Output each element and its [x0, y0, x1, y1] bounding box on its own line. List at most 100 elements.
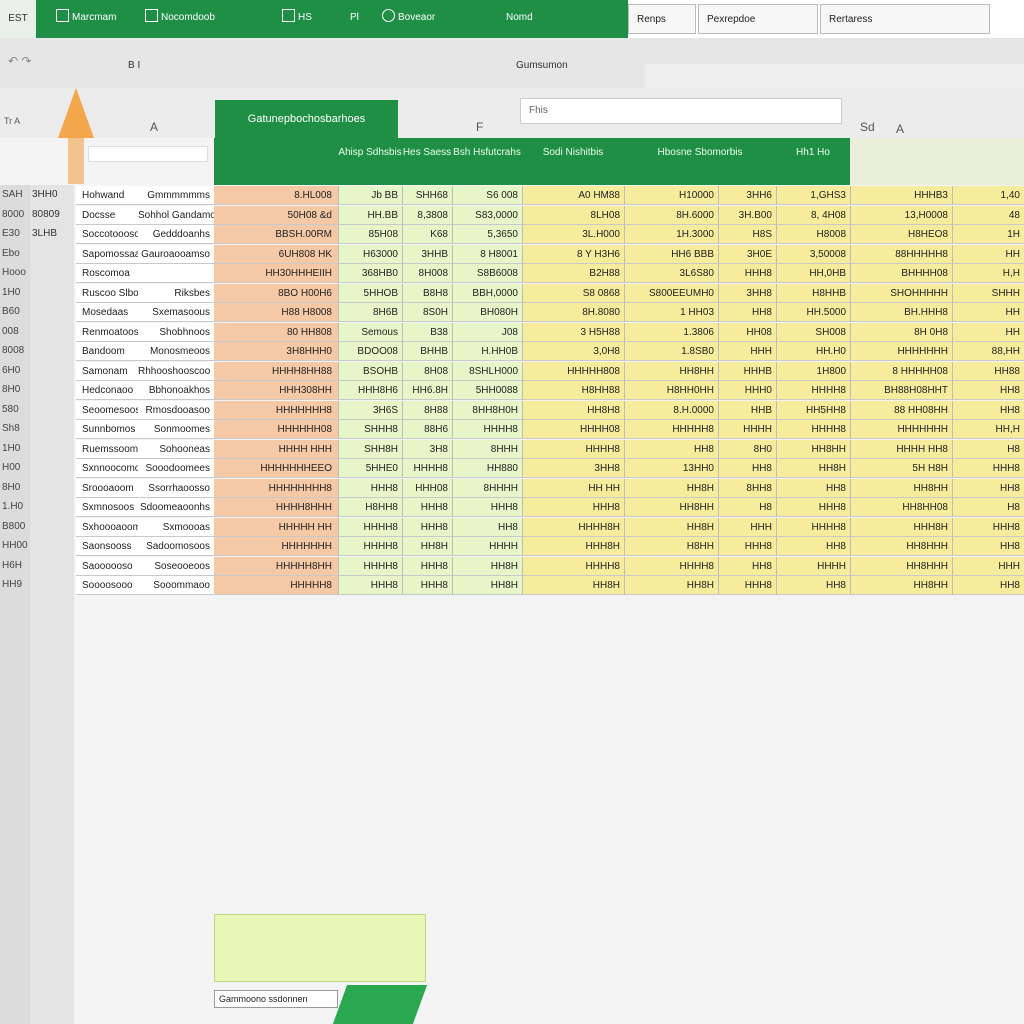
- table-cell[interactable]: Sunnbomos: [76, 420, 138, 439]
- table-cell[interactable]: HH8H: [522, 576, 624, 595]
- ribbon-button-6[interactable]: Nomd: [506, 9, 533, 27]
- table-cell[interactable]: Gauroaooamso: [138, 244, 214, 264]
- table-cell[interactable]: HHHH8: [338, 537, 402, 556]
- table-cell[interactable]: Soseooeoos: [138, 556, 214, 576]
- table-cell[interactable]: Hohwand: [76, 186, 138, 205]
- table-cell[interactable]: 8.HL008: [214, 186, 338, 205]
- column-header-sd[interactable]: Sd: [860, 120, 875, 134]
- table-cell[interactable]: HHH8: [952, 517, 1024, 537]
- name-box[interactable]: Tr A: [4, 116, 20, 126]
- table-cell[interactable]: H8HH0HH: [624, 381, 718, 400]
- table-cell[interactable]: 3L.H000: [522, 225, 624, 244]
- header-1[interactable]: Ahisp Sdhsbis: [338, 138, 402, 185]
- table-cell[interactable]: HHHH8: [338, 517, 402, 537]
- table-cell[interactable]: HH8: [624, 439, 718, 459]
- table-cell[interactable]: BBSH.00RM: [214, 225, 338, 244]
- table-cell[interactable]: HH8H: [402, 537, 452, 556]
- row-header[interactable]: 580: [0, 404, 30, 415]
- row-header[interactable]: E30: [0, 228, 30, 239]
- table-cell[interactable]: H8HH: [624, 537, 718, 556]
- table-cell[interactable]: HHHH8HH88: [214, 361, 338, 381]
- row-header[interactable]: H6H: [0, 560, 30, 571]
- table-cell[interactable]: Ruscoo Slbon: [76, 283, 138, 303]
- table-cell[interactable]: HH,H: [952, 420, 1024, 439]
- table-cell[interactable]: Sonmoomes: [138, 420, 214, 439]
- table-cell[interactable]: HHH8: [718, 264, 776, 283]
- table-cell[interactable]: HHHB: [718, 361, 776, 381]
- table-cell[interactable]: Saonsooss: [76, 537, 138, 556]
- table-cell[interactable]: HHHHHHHH8: [214, 478, 338, 498]
- bottom-label-cell[interactable]: Gammoono ssdonnen: [214, 990, 338, 1008]
- table-cell[interactable]: 85H08: [338, 225, 402, 244]
- table-cell[interactable]: Semous: [338, 322, 402, 342]
- table-cell[interactable]: SHHH8: [338, 420, 402, 439]
- table-cell[interactable]: 1 HH03: [624, 303, 718, 322]
- table-cell[interactable]: HHHHH8: [624, 420, 718, 439]
- table-cell[interactable]: Hedconaoo: [76, 381, 138, 400]
- table-cell[interactable]: HH8H: [776, 459, 850, 478]
- row-header[interactable]: 8H0: [0, 482, 30, 493]
- table-cell[interactable]: Samonam: [76, 361, 138, 381]
- table-cell[interactable]: SHOHHHHH: [850, 283, 952, 303]
- table-cell[interactable]: HHHH8: [776, 517, 850, 537]
- bold-italic-button[interactable]: B I: [128, 60, 140, 71]
- table-cell[interactable]: B38: [402, 322, 452, 342]
- table-cell[interactable]: HHHHHHHEEO: [214, 459, 338, 478]
- table-cell[interactable]: 8BO H00H6: [214, 283, 338, 303]
- table-cell[interactable]: Sapomossaa: [76, 244, 138, 264]
- table-cell[interactable]: HHHH: [776, 556, 850, 576]
- table-cell[interactable]: BH080H: [452, 303, 522, 322]
- table-cell[interactable]: SH008: [776, 322, 850, 342]
- table-cell[interactable]: HHHH8: [776, 420, 850, 439]
- table-cell[interactable]: 3L6S80: [624, 264, 718, 283]
- table-cell[interactable]: 8HHHH: [452, 478, 522, 498]
- header-6[interactable]: Hh1 Ho: [776, 138, 850, 185]
- table-cell[interactable]: 8HH8H0H: [452, 400, 522, 420]
- table-cell[interactable]: Ssorrhaoosso: [138, 478, 214, 498]
- table-cell[interactable]: HHHHHH08: [214, 420, 338, 439]
- table-cell[interactable]: 3,50008: [776, 244, 850, 264]
- table-cell[interactable]: HHHH8: [338, 556, 402, 576]
- header-3[interactable]: Bsh Hsfutcrahs: [452, 138, 522, 185]
- table-cell[interactable]: HHH8: [402, 556, 452, 576]
- row-header[interactable]: 8008: [0, 345, 30, 356]
- table-cell[interactable]: HH8: [952, 478, 1024, 498]
- table-cell[interactable]: HHH8H6: [338, 381, 402, 400]
- table-cell[interactable]: H8HEO8: [850, 225, 952, 244]
- table-cell[interactable]: HH8HH: [776, 439, 850, 459]
- table-cell[interactable]: HH HH: [522, 478, 624, 498]
- table-cell[interactable]: 88,HH: [952, 342, 1024, 361]
- table-cell[interactable]: HH8H: [452, 556, 522, 576]
- table-cell[interactable]: H8HHB: [776, 283, 850, 303]
- table-cell[interactable]: BSOHB: [338, 361, 402, 381]
- table-cell[interactable]: Rhhooshooscoo: [138, 361, 214, 381]
- table-cell[interactable]: J08: [452, 322, 522, 342]
- table-cell[interactable]: HH8HH: [850, 576, 952, 595]
- table-cell[interactable]: 5H H8H: [850, 459, 952, 478]
- table-cell[interactable]: HHH8: [402, 517, 452, 537]
- table-cell[interactable]: 8, 4H08: [776, 205, 850, 225]
- table-cell[interactable]: HHH8: [776, 498, 850, 517]
- column-header-a[interactable]: A: [150, 120, 158, 134]
- table-cell[interactable]: Mosedaas: [76, 303, 138, 322]
- table-cell[interactable]: Gmmmmmms: [138, 186, 214, 205]
- table-cell[interactable]: SHHH: [952, 283, 1024, 303]
- table-cell[interactable]: Sdoomeaoonhs: [138, 498, 214, 517]
- column-header-f[interactable]: F: [476, 120, 483, 134]
- table-cell[interactable]: 5HH0088: [452, 381, 522, 400]
- ribbon-button-4[interactable]: Pl: [350, 9, 359, 27]
- table-cell[interactable]: HHHH8HHH: [214, 498, 338, 517]
- ribbon-button-3[interactable]: HS: [282, 9, 312, 27]
- table-cell[interactable]: HHHH8: [624, 556, 718, 576]
- table-cell[interactable]: HHH8: [718, 537, 776, 556]
- table-cell[interactable]: HHHH8: [402, 459, 452, 478]
- table-cell[interactable]: H8HH8: [338, 498, 402, 517]
- table-cell[interactable]: BHHHH08: [850, 264, 952, 283]
- table-cell[interactable]: 88H6: [402, 420, 452, 439]
- table-cell[interactable]: S800EEUMH0: [624, 283, 718, 303]
- table-cell[interactable]: HH88: [952, 361, 1024, 381]
- table-cell[interactable]: HHHH8: [776, 381, 850, 400]
- table-cell[interactable]: 3H8: [402, 439, 452, 459]
- table-cell[interactable]: 3H6S: [338, 400, 402, 420]
- table-cell[interactable]: HH8: [776, 478, 850, 498]
